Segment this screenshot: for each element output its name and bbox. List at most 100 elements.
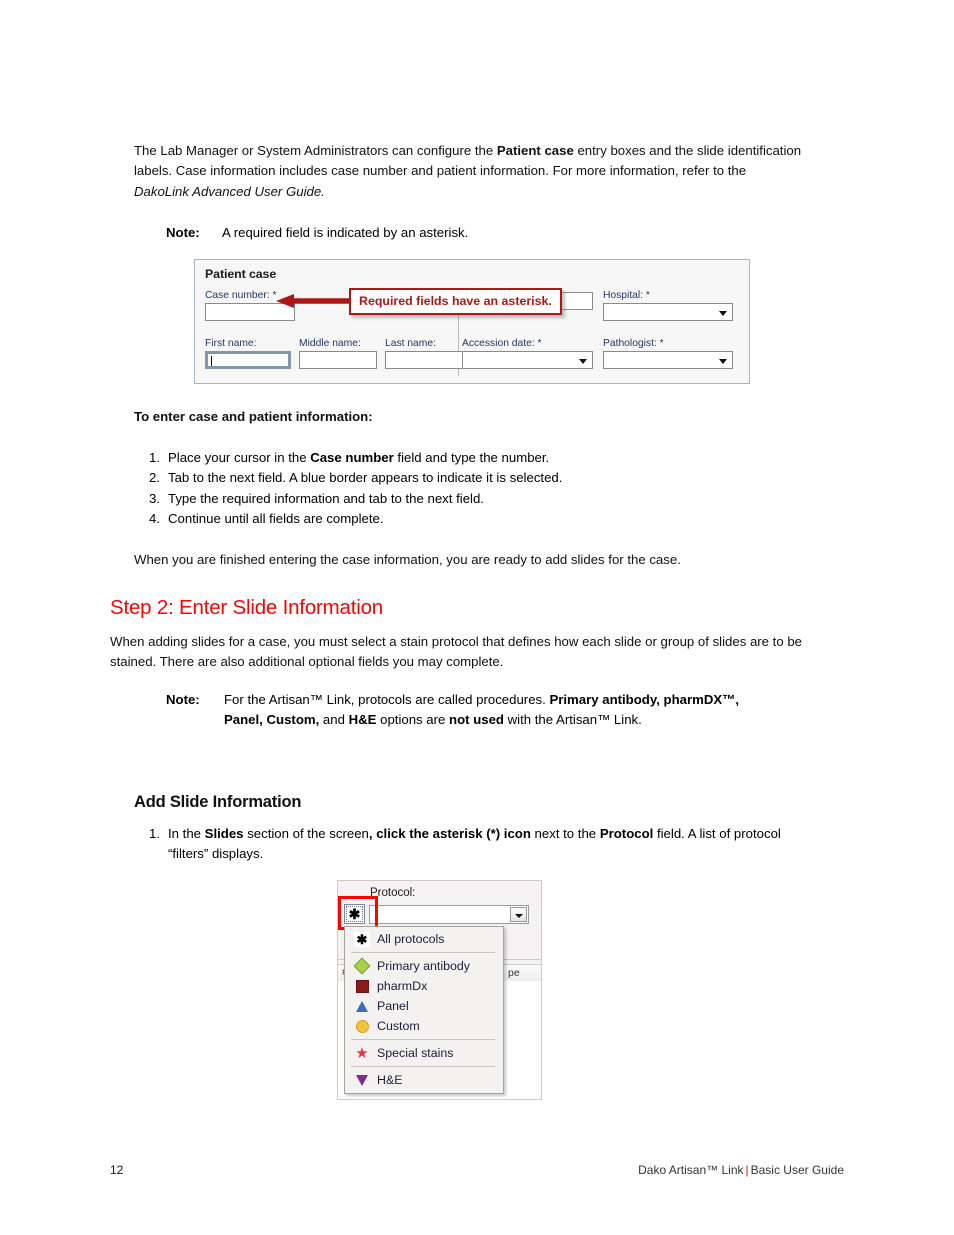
list-item-bold: Case number [310,450,394,465]
list-item-pre: Tab to the next field. A blue border app… [168,470,563,486]
callout-arrow [276,294,350,308]
menu-item-label: Primary antibody [377,959,470,973]
green-diamond-icon [351,957,373,975]
list-item: 4. Continue until all fields are complete… [134,509,814,529]
slide-step-comma: , click the [368,826,433,841]
note-2-part-1: For the Artisan™ Link, protocols are cal… [224,692,550,707]
hospital-dropdown[interactable] [603,303,733,321]
field-hospital-label: Hospital: * [603,290,650,301]
note-2-part-2: and [319,712,349,728]
protocol-filter-menu: ✱ All protocols Primary antibody pharmDx… [344,926,504,1094]
field-middle-name: Middle name: [299,338,379,369]
document-page: The Lab Manager or System Administrators… [0,0,954,1235]
note-1: Note: A required field is indicated by a… [166,223,786,243]
chevron-down-icon [719,311,727,316]
yellow-circle-icon [351,1019,373,1033]
list-item-number: 1. [149,826,160,841]
intro-italic-guide: DakoLink Advanced User Guide. [134,183,325,199]
menu-item-panel[interactable]: Panel [345,996,503,1016]
list-item-post: field and type the number. [393,450,550,465]
list-item: 3. Type the required information and tab … [134,489,814,509]
field-accession-date: Accession date: * [462,338,595,369]
middle-name-input[interactable] [299,351,377,369]
add-slide-heading: Add Slide Information [134,793,302,811]
list-item: 1. In the Slides section of the screen, c… [134,824,824,865]
protocol-dropdown-button[interactable] [510,907,527,922]
dark-red-square-icon [351,979,373,993]
menu-separator [351,1066,495,1067]
callout-required-fields: Required fields have an asterisk. [349,288,562,315]
chevron-down-icon [515,914,523,918]
slide-steps-list: 1. In the Slides section of the screen, c… [134,824,824,865]
footer-guide: Basic User Guide [750,1163,844,1177]
field-first-name-label: First name: [205,338,257,349]
menu-item-label: Special stains [377,1046,454,1060]
menu-item-label: Panel [377,999,409,1013]
note-2-bold-1: Primary antibody, [549,692,660,707]
star-glyph: ★ [355,1044,369,1062]
menu-item-pharmdx[interactable]: pharmDx [345,976,503,996]
field-pathologist-label: Pathologist: * [603,338,664,349]
intro-part-1: The Lab Manager or System Administrators… [134,143,497,158]
note-2-bold-4: not used [449,712,504,728]
last-name-input[interactable] [385,351,463,369]
field-hospital: Hospital: * [603,290,735,321]
chevron-down-icon [579,359,587,364]
finished-paragraph: When you are finished entering the case … [134,552,681,567]
intro-bold-patient-case: Patient case [496,143,574,158]
step2-paragraph: When adding slides for a case, you must … [110,634,803,670]
note-2-bold-3: H&E [348,712,377,728]
asterisk-icon: ✱ [351,931,373,947]
highlight-box-asterisk [338,896,378,930]
note-1-label: Note: [166,225,200,240]
note-2-part-4: with the Artisan™ Link. [503,712,642,728]
list-item-pre: Type the required information and tab to… [168,490,484,506]
to-enter-heading: To enter case and patient information: [134,409,373,424]
list-item-number: 1. [149,450,160,465]
menu-separator [351,952,495,953]
note-1-text: A required field is indicated by an aste… [222,225,469,240]
menu-item-h-and-e[interactable]: H&E [345,1070,503,1090]
list-item: 2. Tab to the next field. A blue border a… [134,468,814,488]
field-accession-date-label: Accession date: * [462,338,542,349]
slide-step-p2: section of the screen [243,826,369,841]
pathologist-dropdown[interactable] [603,351,733,369]
patient-case-title: Patient case [205,267,277,281]
list-item-pre: Continue until all fields are complete. [168,511,384,527]
list-item: 1. Place your cursor in the Case number f… [134,448,814,468]
blue-triangle-icon [351,1000,373,1012]
field-last-name-label: Last name: [385,338,436,349]
slide-step-b3: Protocol [599,826,654,841]
intro-paragraph: The Lab Manager or System Administrators… [134,141,804,202]
accession-date-dropdown[interactable] [462,351,593,369]
first-name-input[interactable] [205,351,291,369]
slide-step-b2: asterisk (*) icon [432,826,531,841]
note-2-text: For the Artisan™ Link, protocols are cal… [224,690,766,731]
footer-separator: | [745,1163,749,1177]
menu-item-primary-antibody[interactable]: Primary antibody [345,956,503,976]
list-item-number: 3. [149,490,160,506]
slide-step-b1: Slides [204,826,244,841]
red-star-icon: ★ [351,1046,373,1061]
asterisk-glyph: ✱ [354,931,370,947]
menu-item-special-stains[interactable]: ★ Special stains [345,1043,503,1063]
menu-item-label: H&E [377,1073,403,1087]
protocol-combobox[interactable] [369,905,529,924]
menu-item-custom[interactable]: Custom [345,1016,503,1036]
field-first-name: First name: [205,338,293,369]
grid-col-type: pe [508,967,520,979]
menu-item-label: All protocols [377,932,445,946]
field-middle-name-label: Middle name: [299,338,361,349]
list-item-pre: Place your cursor in the [168,450,311,465]
menu-item-all-protocols[interactable]: ✱ All protocols [345,929,503,949]
footer-product: Dako Artisan™ Link [638,1163,744,1177]
purple-down-triangle-icon [351,1074,373,1086]
menu-item-label: Custom [377,1019,420,1033]
list-item-number: 4. [149,511,160,527]
footer-title: Dako Artisan™ Link | Basic User Guide [638,1163,844,1177]
slide-step-p3: next to the [530,826,600,841]
chevron-down-icon [719,359,727,364]
field-last-name: Last name: [385,338,465,369]
text-caret [211,356,212,366]
list-item-number: 2. [149,470,160,486]
